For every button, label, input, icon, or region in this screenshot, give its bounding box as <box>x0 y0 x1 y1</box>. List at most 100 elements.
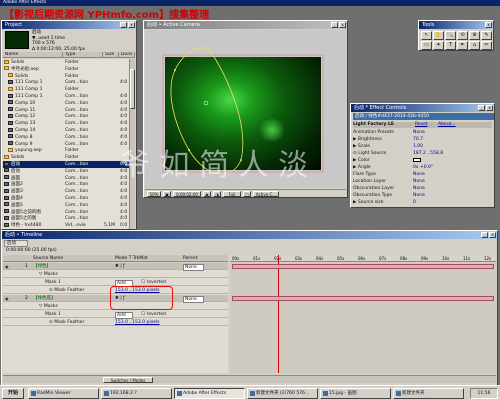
close-button[interactable]: x <box>128 22 135 28</box>
tool-button[interactable]: ✂ <box>481 41 492 50</box>
snapshot-icon[interactable]: ▣ <box>163 191 171 197</box>
zoom-dropdown[interactable]: 50% <box>147 191 161 197</box>
col-header-type[interactable]: Type <box>63 52 103 58</box>
effect-property[interactable]: ⊙ Light Source 187.2 , 558.8 <box>353 151 492 157</box>
close-button[interactable]: x <box>485 22 492 28</box>
taskbar-item[interactable]: 15.jpg - 画图 <box>320 388 391 399</box>
minimize-button[interactable]: _ <box>331 22 338 28</box>
effect-property-value[interactable]: 1.00 <box>413 144 423 150</box>
minimize-button[interactable]: _ <box>478 105 485 111</box>
current-time[interactable]: 0:00:02:00 <box>173 191 201 197</box>
effect-property-value[interactable]: None <box>413 130 425 136</box>
effect-property-label: ▶ Scale <box>353 144 370 149</box>
col-header-parent[interactable]: Parent <box>183 255 197 262</box>
reset-link[interactable]: Reset <box>415 122 428 128</box>
project-item-name: 绿色 - hx4480 <box>11 223 42 229</box>
effect-property[interactable]: Obscuration Layer None <box>353 186 492 192</box>
tool-button[interactable]: 🔍 <box>445 31 456 40</box>
close-button[interactable]: x <box>486 105 493 111</box>
effect-property[interactable]: ▶ Scale 1.00 <box>353 144 492 150</box>
parent-dropdown[interactable]: None <box>183 264 204 271</box>
inverted-checkbox[interactable]: ☐ <box>141 311 145 318</box>
color-swatch[interactable] <box>413 158 421 162</box>
tool-button[interactable]: ↖ <box>421 31 432 40</box>
taskbar-item[interactable]: RadMin Viewer <box>28 388 99 399</box>
channel-icon[interactable]: ◑ <box>213 191 221 197</box>
taskbar-item[interactable]: 新建文件夹 <box>393 388 464 399</box>
effect-controls-tab[interactable]: 后动 / 绿色#d437-2014-42b-4450 <box>353 113 494 120</box>
effect-property-value[interactable]: None <box>413 172 425 178</box>
timeline-row[interactable]: Mask 1 Add ☐ Inverted <box>3 279 228 287</box>
effect-property[interactable]: ▶ Brightness 70.7 <box>353 137 492 143</box>
taskbar-item[interactable]: 192.168.2.? <box>101 388 172 399</box>
effect-property-value[interactable]: 0 <box>413 200 416 206</box>
taskbar-item[interactable]: 新建文件夹 (2)760 576... <box>247 388 318 399</box>
timeline-track-area[interactable] <box>230 255 496 373</box>
effect-property-value[interactable]: None <box>413 186 425 192</box>
tool-button[interactable]: ✎ <box>481 31 492 40</box>
project-item-name: Comp 8 <box>15 134 33 140</box>
project-item-name: Comp 10 <box>15 100 36 106</box>
tool-button[interactable]: ✒ <box>457 41 468 50</box>
tool-button[interactable]: ⊕ <box>469 31 480 40</box>
timeline-row[interactable]: ▽ Masks <box>3 271 228 278</box>
tool-button[interactable]: ⟲ <box>457 31 468 40</box>
current-time-indicator[interactable] <box>278 255 279 373</box>
effect-property[interactable]: ▶ Color <box>353 158 492 164</box>
layer-switches[interactable]: ✱ / ƒ <box>115 263 125 270</box>
col-header-source[interactable]: Source Name <box>33 255 63 262</box>
close-button[interactable]: x <box>339 22 346 28</box>
effect-property-value[interactable]: 187.2 , 558.8 <box>413 151 443 157</box>
timeline-timecode[interactable]: 0:00:00:00 (25.00 fps) <box>6 248 57 253</box>
minimize-button[interactable]: _ <box>481 232 488 238</box>
tool-button[interactable]: T <box>445 41 456 50</box>
start-button[interactable]: 开始 <box>2 388 24 399</box>
mask-mode-dropdown[interactable]: Add <box>115 312 133 319</box>
effect-property[interactable]: Location Layer None <box>353 179 492 185</box>
layer-duration-bar[interactable] <box>232 296 494 301</box>
col-header-modes[interactable]: Mode T TrkMat <box>115 255 148 262</box>
project-item[interactable]: 绿色 - hx4480 Vid...ovie 5.1M 0:0 <box>3 222 129 229</box>
effect-header-row[interactable]: Light Factory LE Reset About... <box>353 122 492 128</box>
close-button[interactable]: x <box>489 232 496 238</box>
effect-property[interactable]: Obscuration Type None <box>353 193 492 199</box>
eye-icon[interactable]: ◉ <box>5 295 9 302</box>
taskbar-item[interactable]: Adobe After Effects <box>174 388 245 399</box>
switches-modes-toggle[interactable]: Switches / Modes <box>103 377 153 383</box>
about-link[interactable]: About... <box>438 122 456 128</box>
effect-property[interactable]: Animation Presets None <box>353 130 492 136</box>
minimize-button[interactable]: _ <box>120 22 127 28</box>
effect-property-value[interactable]: 0x +0.0° <box>413 165 433 171</box>
tool-button[interactable]: ✦ <box>433 41 444 50</box>
mask-feather-value[interactable]: 153.0 , 153.0 pixels <box>115 319 159 326</box>
effect-property-value[interactable]: 70.7 <box>413 137 423 143</box>
timeline-tab[interactable]: 后动 <box>4 240 28 247</box>
comp-icon <box>8 120 13 125</box>
time-ruler[interactable]: 00s01s02s03s04s05s06s07s08s09s10s11s12s <box>230 255 496 262</box>
tool-button[interactable]: ⌂ <box>469 41 480 50</box>
col-header-duration[interactable]: Dura <box>119 52 135 58</box>
eye-icon[interactable]: ◉ <box>5 263 9 270</box>
effect-property-label: Animation Presets <box>353 130 394 135</box>
effect-property-value[interactable] <box>413 158 421 165</box>
timeline-row[interactable]: 1 【绿色】 ◉ ✱ / ƒ None <box>3 263 228 271</box>
effect-property-value[interactable]: None <box>413 193 425 199</box>
parent-dropdown[interactable]: None <box>183 296 204 303</box>
camera-view-dropdown[interactable]: Active C... <box>253 191 279 197</box>
timeline-row[interactable]: Mask 1 Add ☐ Inverted <box>3 311 228 319</box>
scroll-thumb[interactable] <box>130 69 135 109</box>
effect-property[interactable]: ▶ Angle 0x +0.0° <box>353 165 492 171</box>
inverted-checkbox[interactable]: ☐ <box>141 279 145 286</box>
col-header-size[interactable]: Size <box>103 52 119 58</box>
effect-property[interactable]: ▶ Source size 0 <box>353 200 492 206</box>
tool-button[interactable]: ✋ <box>433 31 444 40</box>
layer-duration-bar[interactable] <box>232 264 494 269</box>
tool-button[interactable]: ▭ <box>421 41 432 50</box>
resolution-dropdown[interactable]: Full <box>223 191 241 197</box>
effect-property[interactable]: Flare Type None <box>353 172 492 178</box>
col-header-name[interactable]: Name <box>3 52 63 58</box>
roi-icon[interactable]: ▢ <box>243 191 251 197</box>
timeline-row[interactable]: ⊙ Mask Feather 153.0 , 153.0 pixels <box>3 319 228 326</box>
effect-property-value[interactable]: None <box>413 179 425 185</box>
camera-icon[interactable]: ◉ <box>203 191 211 197</box>
